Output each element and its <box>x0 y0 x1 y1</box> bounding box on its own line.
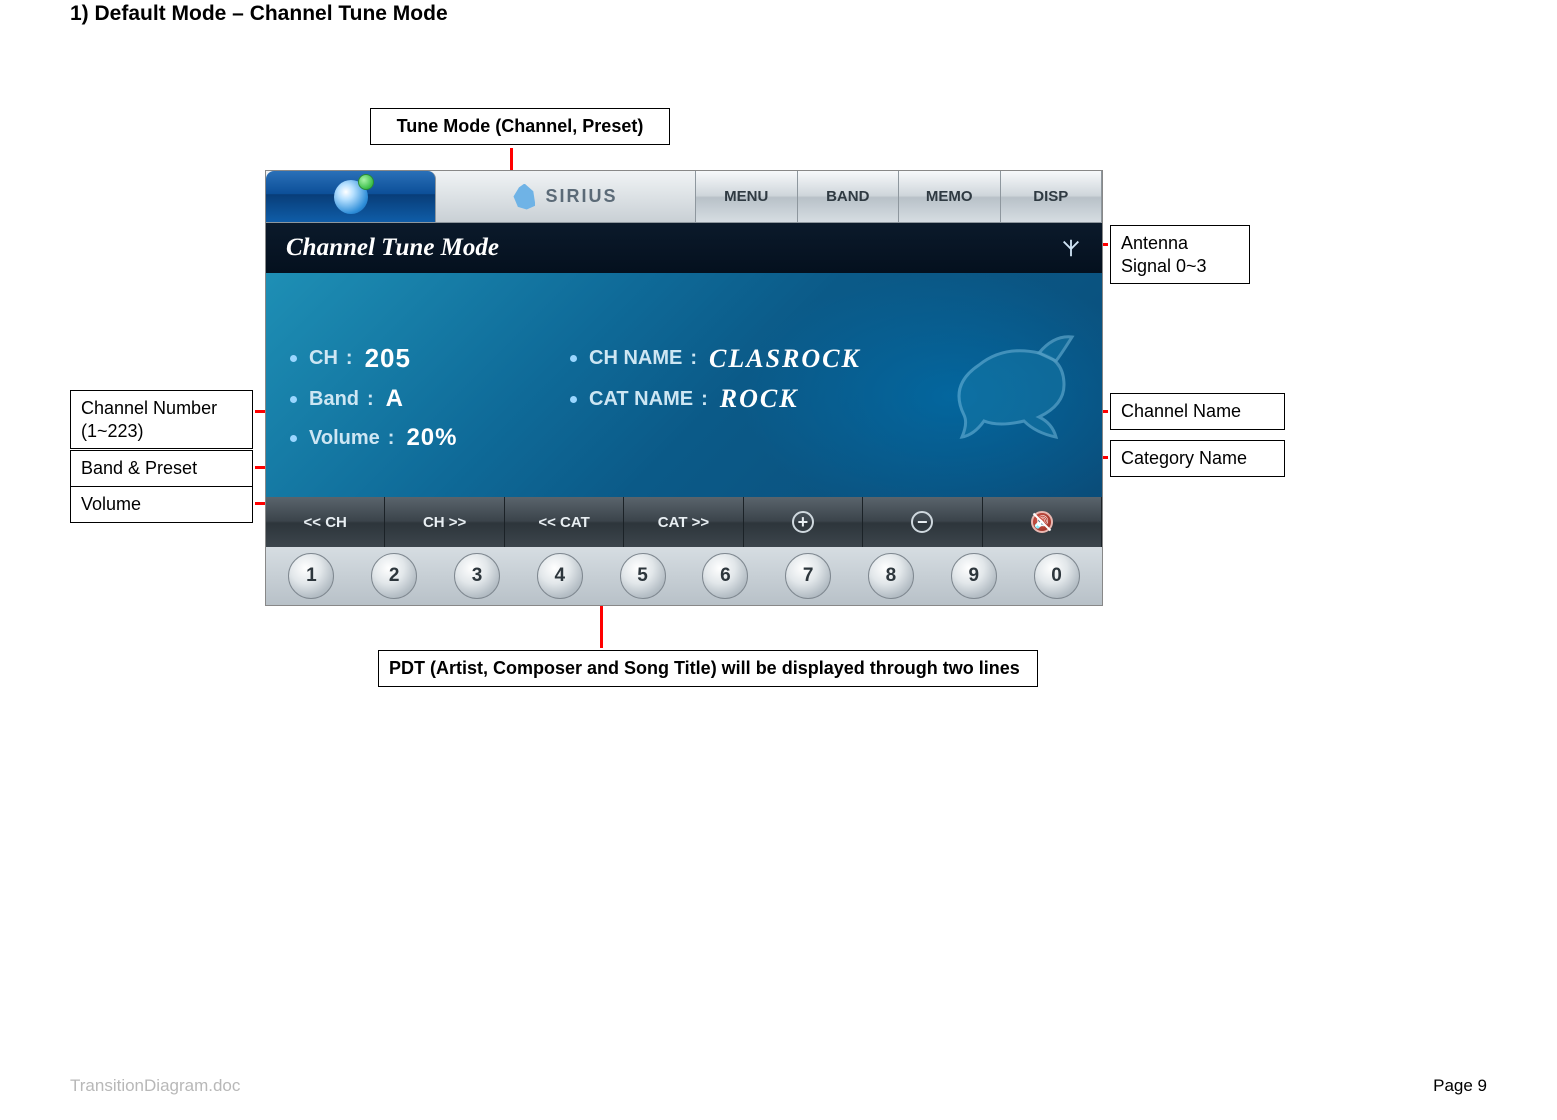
ch-next-button[interactable]: CH >> <box>385 497 504 547</box>
numpad-1[interactable]: 1 <box>288 553 334 599</box>
mode-title: Channel Tune Mode <box>286 234 499 262</box>
catname-label: CAT NAME <box>589 388 693 411</box>
numpad-8[interactable]: 8 <box>868 553 914 599</box>
row-band: Band : A <box>290 384 570 414</box>
antenna-icon <box>1060 237 1082 259</box>
callout-pdt: PDT (Artist, Composer and Song Title) wi… <box>378 650 1038 687</box>
row-ch: CH : 205 <box>290 343 570 374</box>
bullet-icon <box>290 435 297 442</box>
mute-icon <box>1031 511 1053 533</box>
catname-value: ROCK <box>720 384 799 414</box>
page-heading: 1) Default Mode – Channel Tune Mode <box>70 2 448 26</box>
callout-category-name: Category Name <box>1110 440 1285 477</box>
numpad-5[interactable]: 5 <box>620 553 666 599</box>
volume-up-button[interactable]: + <box>744 497 863 547</box>
plus-icon: + <box>792 511 814 533</box>
cat-prev-button[interactable]: << CAT <box>505 497 624 547</box>
memo-button[interactable]: MEMO <box>899 171 1001 222</box>
numpad-2[interactable]: 2 <box>371 553 417 599</box>
bullet-icon <box>570 355 577 362</box>
callout-channel-name: Channel Name <box>1110 393 1285 430</box>
numpad-7[interactable]: 7 <box>785 553 831 599</box>
band-label: Band <box>309 388 359 411</box>
sirius-tab[interactable]: SIRIUS <box>436 171 696 222</box>
control-bar: << CH CH >> << CAT CAT >> + − <box>266 497 1102 547</box>
content-area: CH : 205 CH NAME : CLASROCK Band : A CAT… <box>266 273 1102 497</box>
chname-value: CLASROCK <box>709 344 861 374</box>
top-bar: SIRIUS MENU BAND MEMO DISP <box>266 171 1102 223</box>
mute-button[interactable] <box>983 497 1102 547</box>
numpad-6[interactable]: 6 <box>702 553 748 599</box>
bullet-icon <box>290 396 297 403</box>
bullet-icon <box>290 355 297 362</box>
home-tab[interactable] <box>266 171 436 222</box>
dolphin-graphic <box>944 325 1084 455</box>
device-screenshot: SIRIUS MENU BAND MEMO DISP Channel Tune … <box>265 170 1103 606</box>
doc-name: TransitionDiagram.doc <box>70 1076 240 1096</box>
callout-band-preset: Band & Preset <box>70 450 253 487</box>
ch-value: 205 <box>365 343 411 374</box>
numpad-bar: 1 2 3 4 5 6 7 8 9 0 <box>266 547 1102 605</box>
page-footer: TransitionDiagram.doc Page 9 <box>70 1076 1487 1096</box>
callout-channel-number: Channel Number (1~223) <box>70 390 253 449</box>
title-bar: Channel Tune Mode <box>266 223 1102 273</box>
minus-icon: − <box>911 511 933 533</box>
band-button[interactable]: BAND <box>798 171 900 222</box>
disp-button[interactable]: DISP <box>1001 171 1103 222</box>
row-volume: Volume : 20% <box>290 424 570 452</box>
numpad-3[interactable]: 3 <box>454 553 500 599</box>
numpad-0[interactable]: 0 <box>1034 553 1080 599</box>
chname-label: CH NAME <box>589 347 682 370</box>
callout-volume: Volume <box>70 486 253 523</box>
sirius-label: SIRIUS <box>545 186 617 207</box>
ch-prev-button[interactable]: << CH <box>266 497 385 547</box>
band-value: A <box>386 385 404 413</box>
page-number: Page 9 <box>1433 1076 1487 1096</box>
bullet-icon <box>570 396 577 403</box>
sirius-dog-icon <box>513 184 535 210</box>
volume-down-button[interactable]: − <box>863 497 982 547</box>
callout-antenna: Antenna Signal 0~3 <box>1110 225 1250 284</box>
numpad-9[interactable]: 9 <box>951 553 997 599</box>
ch-label: CH <box>309 347 338 370</box>
volume-value: 20% <box>406 424 457 452</box>
volume-label: Volume <box>309 427 380 450</box>
numpad-4[interactable]: 4 <box>537 553 583 599</box>
globe-icon <box>334 180 368 214</box>
cat-next-button[interactable]: CAT >> <box>624 497 743 547</box>
menu-button[interactable]: MENU <box>696 171 798 222</box>
callout-tune-mode: Tune Mode (Channel, Preset) <box>370 108 670 145</box>
